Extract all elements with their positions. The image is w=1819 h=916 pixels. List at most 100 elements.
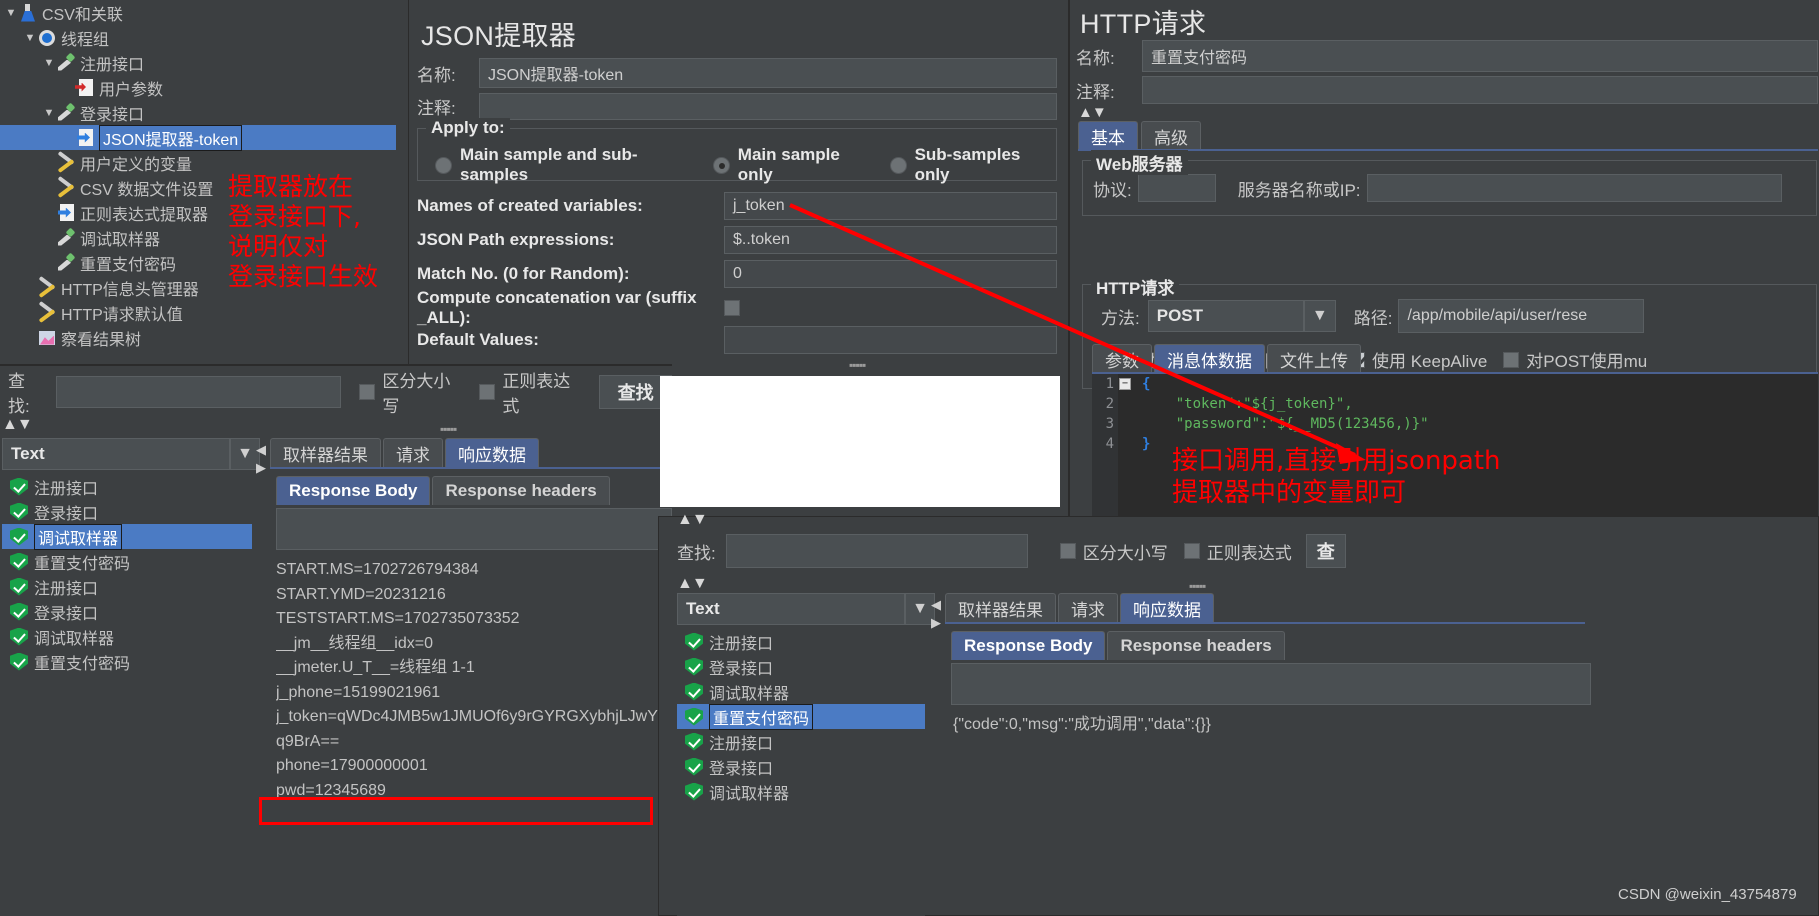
radio-main-and-sub[interactable] bbox=[435, 156, 452, 174]
result-b-item-0[interactable]: 注册接口 bbox=[677, 629, 925, 654]
json-extractor-title: JSON提取器 bbox=[421, 21, 577, 51]
json-path-expressions-input[interactable]: $..token bbox=[724, 226, 1057, 254]
tree-node-12[interactable]: HTTP请求默认值 bbox=[0, 300, 396, 325]
names-of-created-variables-input[interactable]: j_token bbox=[724, 192, 1057, 220]
splitter-handle-a[interactable]: ▪▪▪▪▪ bbox=[440, 422, 457, 436]
result-a-item-7[interactable]: 重置支付密码 bbox=[2, 649, 252, 674]
compute-concat-checkbox[interactable] bbox=[724, 300, 740, 316]
tree-node-3[interactable]: 用户参数 bbox=[0, 75, 396, 100]
result-b-item-label: 注册接口 bbox=[709, 635, 774, 653]
tab-basic[interactable]: 基本 bbox=[1078, 121, 1138, 150]
result-a-item-6[interactable]: 调试取样器 bbox=[2, 624, 252, 649]
response-search-input-a[interactable] bbox=[276, 508, 672, 550]
search-nav-arrows-b-top[interactable]: ▲▼ bbox=[677, 511, 708, 529]
response-body-text-b[interactable]: {"code":0,"msg":"成功调用","data":{}} bbox=[953, 713, 1583, 738]
search-nav-arrows-b[interactable]: ▲▼ bbox=[677, 575, 708, 593]
radio-sub-only[interactable] bbox=[889, 156, 907, 174]
response-body-text-a[interactable]: START.MS=1702726794384 START.YMD=20231216… bbox=[276, 558, 672, 916]
tree-expand-toggle[interactable]: ▼ bbox=[4, 7, 18, 19]
split-left-arrow-a[interactable]: ◀ bbox=[256, 442, 266, 458]
response-search-input-b[interactable] bbox=[951, 663, 1591, 705]
splitter-handle-mid[interactable]: ▪▪▪▪▪ bbox=[849, 358, 866, 372]
search-nav-arrows-a[interactable]: ▲▼ bbox=[2, 416, 33, 434]
result-b-item-6[interactable]: 调试取样器 bbox=[677, 779, 925, 804]
find-input-b[interactable] bbox=[725, 534, 1028, 568]
gear-icon bbox=[37, 28, 57, 48]
split-right-arrow-b[interactable]: ▶ bbox=[931, 615, 941, 631]
path-input[interactable]: /app/mobile/api/user/rese bbox=[1398, 299, 1645, 333]
default-values-input[interactable] bbox=[724, 326, 1057, 354]
radio-main-only[interactable] bbox=[712, 156, 730, 174]
tab-sampler-result-b[interactable]: 取样器结果 bbox=[945, 593, 1056, 623]
postprocessor-icon bbox=[75, 128, 95, 148]
tab-parameters[interactable]: 参数 bbox=[1092, 344, 1152, 373]
name-input[interactable]: JSON提取器-token bbox=[479, 58, 1057, 88]
tree-node-13[interactable]: 察看结果树 bbox=[0, 325, 396, 350]
tab-response-data-b[interactable]: 响应数据 bbox=[1120, 593, 1214, 623]
results-tree-list-b[interactable]: 注册接口 登录接口 调试取样器 重置支付密码 注册接口 登录接口 调试取样器 bbox=[677, 629, 925, 916]
find-input-a[interactable] bbox=[55, 376, 342, 408]
case-sensitive-checkbox-a[interactable] bbox=[359, 384, 376, 400]
result-b-item-1[interactable]: 登录接口 bbox=[677, 654, 925, 679]
renderer-select-b[interactable]: Text ▼ bbox=[677, 593, 935, 625]
result-a-item-4[interactable]: 注册接口 bbox=[2, 574, 252, 599]
search-button-b[interactable]: 查 bbox=[1305, 534, 1346, 568]
tree-node-1[interactable]: ▼ 线程组 bbox=[0, 25, 396, 50]
tab-response-headers-a[interactable]: Response headers bbox=[432, 476, 610, 505]
tab-response-data-a[interactable]: 响应数据 bbox=[445, 438, 539, 468]
tree-node-4[interactable]: ▼ 登录接口 bbox=[0, 100, 396, 125]
split-left-arrow-b[interactable]: ◀ bbox=[931, 597, 941, 613]
find-label-b: 查找: bbox=[677, 543, 716, 563]
result-a-item-0[interactable]: 注册接口 bbox=[2, 474, 252, 499]
watermark: CSDN @weixin_43754879 bbox=[1618, 886, 1797, 903]
tree-expand-toggle[interactable]: ▼ bbox=[23, 32, 37, 44]
tab-file-upload[interactable]: 文件上传 bbox=[1267, 344, 1361, 373]
server-input[interactable] bbox=[1366, 174, 1782, 202]
tab-response-body-a[interactable]: Response Body bbox=[276, 476, 431, 505]
tab-sampler-result-a[interactable]: 取样器结果 bbox=[270, 438, 381, 468]
http-comment-input[interactable] bbox=[1142, 76, 1818, 104]
code-line-4: } bbox=[1142, 436, 1151, 452]
collapse-expand-arrows[interactable]: ▲▼ bbox=[1078, 104, 1107, 121]
method-select[interactable]: POST ▼ bbox=[1147, 300, 1336, 332]
case-sensitive-checkbox-b[interactable] bbox=[1059, 543, 1076, 559]
result-b-item-3[interactable]: 重置支付密码 bbox=[677, 703, 925, 730]
tree-node-label: 登录接口 bbox=[80, 106, 145, 124]
splitter-handle-b[interactable]: ▪▪▪▪▪ bbox=[1189, 579, 1206, 593]
result-a-item-2[interactable]: 调试取样器 bbox=[2, 523, 252, 550]
multipart-post-checkbox[interactable] bbox=[1503, 351, 1520, 368]
tab-advanced[interactable]: 高级 bbox=[1141, 121, 1201, 150]
web-server-group: Web服务器 协议: 服务器名称或IP: bbox=[1082, 150, 1817, 216]
split-right-arrow-a[interactable]: ▶ bbox=[256, 460, 266, 476]
tree-node-2[interactable]: ▼ 注册接口 bbox=[0, 50, 396, 75]
tab-request-a[interactable]: 请求 bbox=[383, 438, 443, 468]
tree-expand-toggle[interactable]: ▼ bbox=[42, 107, 56, 119]
code-fold-toggle[interactable]: − bbox=[1119, 378, 1131, 390]
tree-node-0[interactable]: ▼ CSV和关联 bbox=[0, 0, 396, 25]
chevron-down-icon[interactable]: ▼ bbox=[1303, 300, 1336, 332]
tab-response-headers-b[interactable]: Response headers bbox=[1107, 631, 1285, 660]
results-tree-list-a[interactable]: 注册接口 登录接口 调试取样器 重置支付密码 注册接口 登录接口 调试取样器 重置支付密码 bbox=[2, 474, 252, 916]
result-a-item-1[interactable]: 登录接口 bbox=[2, 499, 252, 524]
regex-checkbox-b[interactable] bbox=[1183, 543, 1200, 559]
tree-expand-toggle[interactable]: ▼ bbox=[42, 57, 56, 69]
success-shield-icon bbox=[685, 633, 703, 651]
protocol-input[interactable] bbox=[1137, 174, 1216, 202]
tab-body-data[interactable]: 消息体数据 bbox=[1154, 344, 1265, 373]
tab-request-b[interactable]: 请求 bbox=[1058, 593, 1118, 623]
comment-input[interactable] bbox=[479, 93, 1057, 120]
white-overlay-1 bbox=[660, 376, 1060, 507]
regex-checkbox-a[interactable] bbox=[479, 384, 496, 400]
tab-response-body-b[interactable]: Response Body bbox=[951, 631, 1106, 660]
result-a-item-5[interactable]: 登录接口 bbox=[2, 599, 252, 624]
result-b-item-5[interactable]: 登录接口 bbox=[677, 754, 925, 779]
config-icon bbox=[37, 303, 57, 323]
http-name-input[interactable]: 重置支付密码 bbox=[1142, 40, 1818, 72]
result-a-item-3[interactable]: 重置支付密码 bbox=[2, 549, 252, 574]
result-b-item-2[interactable]: 调试取样器 bbox=[677, 679, 925, 704]
match-no-input[interactable]: 0 bbox=[724, 260, 1057, 288]
tree-node-5[interactable]: JSON提取器-token bbox=[0, 124, 396, 151]
json-extractor-panel: JSON提取器 名称: JSON提取器-token 注释: Apply to: … bbox=[408, 0, 1060, 380]
result-b-item-4[interactable]: 注册接口 bbox=[677, 729, 925, 754]
renderer-select-a[interactable]: Text ▼ bbox=[2, 438, 260, 470]
